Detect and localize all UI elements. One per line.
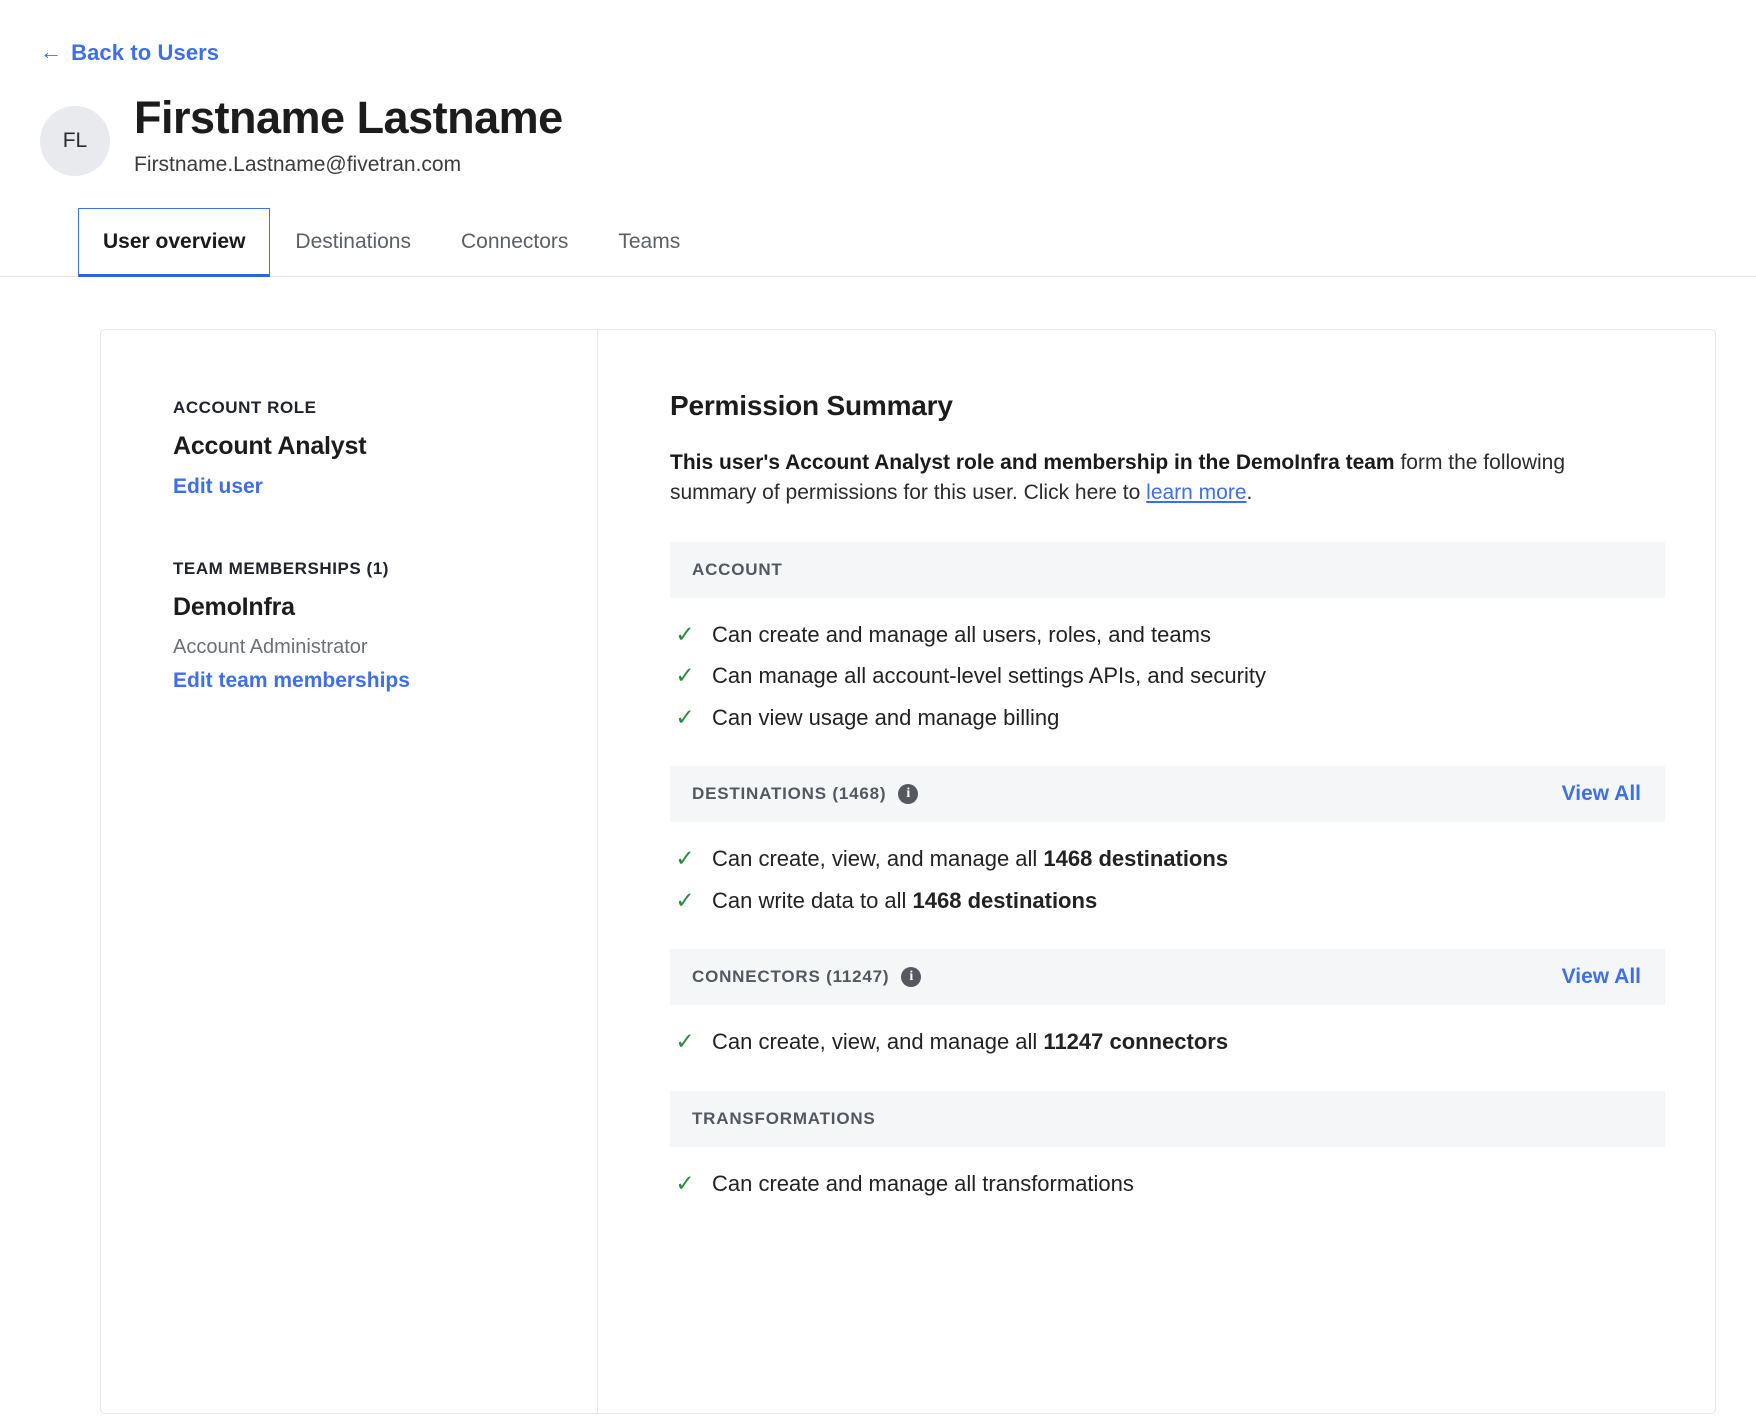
permission-bullet: ✓ Can manage all account-level settings A… <box>674 655 1665 697</box>
permission-bullet-text-pre: Can manage all account-level settings AP… <box>712 663 1266 689</box>
user-detail-page: ← Back to Users FL Firstname Lastname Fi… <box>0 0 1756 1414</box>
permission-group-header: ACCOUNT <box>670 541 1665 598</box>
permission-bullet: ✓ Can create and manage all users, roles,… <box>674 614 1665 656</box>
permission-bullet: ✓ Can write data to all 1468 destinations <box>674 880 1665 922</box>
avatar: FL <box>40 106 110 176</box>
permission-group-header-left: DESTINATIONS (1468) i <box>692 784 919 805</box>
permission-bullet-text-pre: Can create, view, and manage all <box>712 1029 1044 1055</box>
permission-bullet-text-emphasis: 1468 destinations <box>1043 846 1229 872</box>
permission-bullet: ✓ Can create, view, and manage all 1468 d… <box>674 838 1665 880</box>
tab-connectors[interactable]: Connectors <box>436 208 593 277</box>
check-icon: ✓ <box>675 703 695 730</box>
view-all-link[interactable]: View All <box>1562 782 1641 806</box>
permission-group: TRANSFORMATIONS ✓ Can create and manage al… <box>670 1090 1665 1227</box>
team-name: DemoInfra <box>173 592 295 621</box>
permission-bullet-text: Can manage all account-level settings AP… <box>712 662 1266 690</box>
permission-summary-desc-bold: This user's Account Analyst role and mem… <box>670 450 1395 474</box>
permission-bullet-text-emphasis: 11247 connectors <box>1043 1029 1229 1055</box>
tab-user-overview[interactable]: User overview <box>78 207 271 277</box>
tab-destinations[interactable]: Destinations <box>270 208 436 277</box>
check-icon: ✓ <box>675 620 695 647</box>
permission-bullet-text: Can create and manage all transformation… <box>712 1170 1134 1198</box>
user-identity: Firstname Lastname Firstname.Lastname@fi… <box>134 92 563 177</box>
user-meta-sidebar: ACCOUNT ROLE Account Analyst Edit user T… <box>101 329 598 1413</box>
permission-group-title: DESTINATIONS (1468) <box>692 784 887 804</box>
back-to-users-link[interactable]: ← Back to Users <box>40 40 219 66</box>
tab-teams[interactable]: Teams <box>593 208 705 277</box>
permission-group-title: ACCOUNT <box>692 559 783 579</box>
permission-group-header: DESTINATIONS (1468) i View All <box>670 766 1665 823</box>
check-icon: ✓ <box>675 662 695 689</box>
permission-bullet-text: Can create, view, and manage all 1468 de… <box>712 845 1228 873</box>
permission-bullet-text: Can write data to all 1468 destinations <box>712 887 1097 915</box>
permission-bullet-list: ✓ Can create and manage all transformatio… <box>670 1147 1665 1227</box>
permission-bullet-text-pre: Can write data to all <box>712 887 913 913</box>
permission-bullet-text-emphasis: 1468 destinations <box>912 887 1098 913</box>
permission-group-title: TRANSFORMATIONS <box>692 1108 876 1128</box>
check-icon: ✓ <box>675 1169 695 1196</box>
permission-bullet-text: Can view usage and manage billing <box>712 704 1059 732</box>
tab-bar: User overview Destinations Connectors Te… <box>0 207 1756 277</box>
permission-bullet-text: Can create, view, and manage all 11247 c… <box>712 1028 1228 1056</box>
permission-group-header-left: CONNECTORS (11247) i <box>692 967 922 988</box>
permission-bullet-text-pre: Can view usage and manage billing <box>712 704 1060 730</box>
page-title: Firstname Lastname <box>134 92 563 143</box>
team-memberships-label: TEAM MEMBERSHIPS (1) <box>173 558 389 578</box>
permission-group-header-left: TRANSFORMATIONS <box>692 1109 876 1129</box>
info-icon[interactable]: i <box>898 784 919 805</box>
permission-bullet: ✓ Can view usage and manage billing <box>674 697 1665 739</box>
view-all-link[interactable]: View All <box>1562 965 1641 989</box>
permission-summary-title: Permission Summary <box>670 389 953 421</box>
user-email: Firstname.Lastname@fivetran.com <box>134 152 462 176</box>
permission-bullet: ✓ Can create, view, and manage all 11247 … <box>674 1021 1665 1063</box>
arrow-left-icon: ← <box>40 39 63 64</box>
permission-bullet-list: ✓ Can create, view, and manage all 11247 … <box>670 1005 1665 1085</box>
edit-team-memberships-link[interactable]: Edit team memberships <box>173 669 410 693</box>
permission-bullet-text-pre: Can create, view, and manage all <box>712 846 1044 872</box>
team-role: Account Administrator <box>173 635 368 658</box>
info-icon[interactable]: i <box>901 967 922 988</box>
permission-group: ACCOUNT ✓ Can create and manage all users,… <box>670 541 1665 761</box>
permission-groups: ACCOUNT ✓ Can create and manage all users,… <box>670 541 1665 1227</box>
permission-bullet-list: ✓ Can create and manage all users, roles,… <box>670 598 1665 761</box>
account-role-label: ACCOUNT ROLE <box>173 397 317 417</box>
permission-group-header: TRANSFORMATIONS <box>670 1090 1665 1147</box>
tabs: User overview Destinations Connectors Te… <box>0 207 1756 277</box>
permission-bullet: ✓ Can create and manage all transformatio… <box>674 1163 1665 1205</box>
permission-group-header-left: ACCOUNT <box>692 560 783 580</box>
edit-user-link[interactable]: Edit user <box>173 475 263 499</box>
permission-summary-description: This user's Account Analyst role and mem… <box>670 448 1620 508</box>
permission-group-title: CONNECTORS (11247) <box>692 967 890 987</box>
learn-more-link[interactable]: learn more <box>1146 481 1246 504</box>
permission-group: CONNECTORS (11247) i View All ✓ Can create, … <box>670 949 1665 1085</box>
permission-bullet-text: Can create and manage all users, roles, … <box>712 621 1211 649</box>
back-to-users-label: Back to Users <box>71 40 220 65</box>
permission-group: DESTINATIONS (1468) i View All ✓ Can create,… <box>670 766 1665 943</box>
permission-summary-panel: Permission Summary This user's Account A… <box>598 330 1715 1413</box>
user-overview-card: ACCOUNT ROLE Account Analyst Edit user T… <box>100 328 1716 1414</box>
permission-bullet-text-pre: Can create and manage all users, roles, … <box>712 621 1211 647</box>
permission-group-header: CONNECTORS (11247) i View All <box>670 949 1665 1006</box>
check-icon: ✓ <box>675 1028 695 1055</box>
permission-bullet-list: ✓ Can create, view, and manage all 1468 d… <box>670 822 1665 943</box>
account-role-value: Account Analyst <box>173 431 367 460</box>
permission-bullet-text-pre: Can create and manage all transformation… <box>712 1170 1134 1196</box>
user-header: FL Firstname Lastname Firstname.Lastname… <box>40 92 1756 177</box>
check-icon: ✓ <box>675 886 695 913</box>
check-icon: ✓ <box>675 845 695 872</box>
permission-summary-desc-end: . <box>1246 480 1253 504</box>
